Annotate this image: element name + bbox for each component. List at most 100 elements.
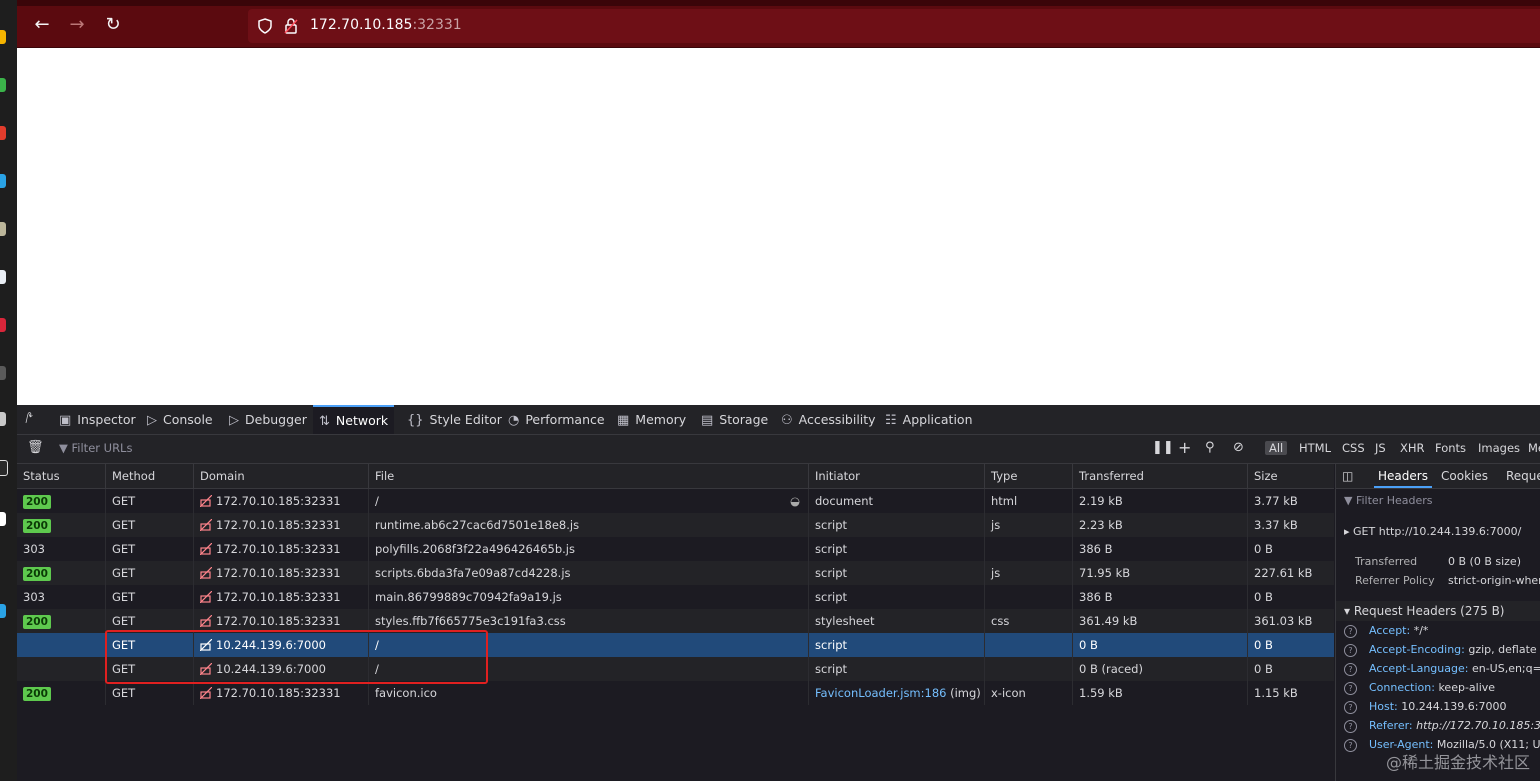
search-icon[interactable]: ⚲ bbox=[1205, 440, 1215, 455]
insecure-connection-icon bbox=[200, 687, 212, 699]
back-button[interactable]: ← bbox=[31, 14, 53, 36]
transferred-value: 0 B (0 B size) bbox=[1448, 555, 1521, 568]
tab-network[interactable]: ⇅ Network bbox=[313, 405, 395, 434]
column-transferred[interactable]: Transferred bbox=[1072, 464, 1247, 488]
chevron-right-icon: ▸ bbox=[1344, 525, 1350, 538]
header-row[interactable]: ? Accept-Encoding: gzip, deflate bbox=[1344, 643, 1537, 657]
tab-console[interactable]: ▷ Console bbox=[147, 405, 213, 434]
tab-style-editor[interactable]: {} Style Editor bbox=[407, 405, 502, 434]
element-picker-icon[interactable]: ⭚ bbox=[25, 405, 33, 434]
pause-icon[interactable]: ❚❚ bbox=[1152, 440, 1174, 455]
network-request-table: Status Method Domain File Initiator Type… bbox=[17, 464, 1334, 781]
table-row[interactable]: 303 GET 172.70.10.185:32331 polyfills.20… bbox=[17, 537, 1334, 561]
transferred-cell: 361.49 kB bbox=[1072, 609, 1247, 633]
clear-trash-icon[interactable]: 🗑 bbox=[27, 440, 44, 455]
header-row[interactable]: ? Connection: keep-alive bbox=[1344, 681, 1495, 695]
tab-headers[interactable]: Headers bbox=[1374, 464, 1432, 488]
tab-cookies[interactable]: Cookies bbox=[1441, 464, 1488, 488]
column-status[interactable]: Status bbox=[17, 464, 105, 488]
header-row[interactable]: ? Referer: http://172.70.10.185:32 bbox=[1344, 719, 1540, 733]
insecure-connection-icon bbox=[200, 567, 212, 579]
table-row[interactable]: 200 GET 172.70.10.185:32331 scripts.6bda… bbox=[17, 561, 1334, 585]
dock-app-icon[interactable] bbox=[0, 78, 6, 92]
initiator-cell: script bbox=[808, 633, 984, 657]
dock-app-icon[interactable] bbox=[0, 412, 6, 426]
url-text[interactable]: 172.70.10.185:32331 bbox=[310, 17, 462, 33]
table-row[interactable]: 200 GET 172.70.10.185:32331 runtime.ab6c… bbox=[17, 513, 1334, 537]
tab-application[interactable]: ☷ Application bbox=[885, 405, 973, 434]
filter-css-button[interactable]: CSS bbox=[1342, 441, 1365, 455]
header-row[interactable]: ? Host: 10.244.139.6:7000 bbox=[1344, 700, 1506, 714]
tab-performance[interactable]: ◔ Performance bbox=[508, 405, 605, 434]
insecure-lock-icon[interactable] bbox=[284, 18, 298, 34]
filter-fonts-button[interactable]: Fonts bbox=[1435, 441, 1466, 455]
block-icon[interactable]: ⊘ bbox=[1233, 440, 1244, 455]
plus-icon[interactable]: + bbox=[1178, 438, 1191, 457]
column-size[interactable]: Size bbox=[1247, 464, 1334, 488]
dock-app-icon[interactable] bbox=[0, 460, 8, 476]
transferred-cell: 71.95 kB bbox=[1072, 561, 1247, 585]
dock-app-icon[interactable] bbox=[0, 30, 6, 44]
tab-accessibility[interactable]: ⚇ Accessibility bbox=[781, 405, 876, 434]
watermark-text: @稀土掘金技术社区 bbox=[1385, 753, 1530, 772]
forward-button[interactable]: → bbox=[66, 14, 88, 36]
initiator-link[interactable]: FaviconLoader.jsm:186 bbox=[815, 686, 946, 700]
referrer-policy-label: Referrer Policy bbox=[1355, 574, 1435, 587]
header-row[interactable]: ? Accept: */* bbox=[1344, 624, 1428, 638]
dock-app-icon[interactable] bbox=[0, 318, 6, 332]
filter-images-button[interactable]: Images bbox=[1478, 441, 1520, 455]
domain-cell: 172.70.10.185:32331 bbox=[193, 561, 368, 585]
dock-app-icon[interactable] bbox=[0, 512, 6, 526]
dock-app-icon[interactable] bbox=[0, 270, 6, 284]
transferred-cell: 1.59 kB bbox=[1072, 681, 1247, 705]
column-type[interactable]: Type bbox=[984, 464, 1072, 488]
toggle-sidebar-icon[interactable]: ◫ bbox=[1342, 464, 1353, 488]
status-cell: 200 bbox=[17, 489, 105, 513]
column-domain[interactable]: Domain bbox=[193, 464, 368, 488]
help-icon: ? bbox=[1344, 644, 1357, 657]
status-cell: 200 bbox=[17, 561, 105, 585]
dock-app-icon[interactable] bbox=[0, 366, 6, 380]
filter-headers-input[interactable]: ▼ Filter Headers bbox=[1344, 494, 1433, 507]
filter-urls-input[interactable]: ▼ Filter URLs bbox=[59, 441, 132, 455]
shield-icon[interactable] bbox=[258, 18, 272, 34]
reload-button[interactable]: ↻ bbox=[102, 14, 124, 36]
column-initiator[interactable]: Initiator bbox=[808, 464, 984, 488]
transferred-cell: 2.19 kB bbox=[1072, 489, 1247, 513]
column-file[interactable]: File bbox=[368, 464, 808, 488]
header-row[interactable]: ?Accept-Language: en-US,en;q=0.5 bbox=[1344, 662, 1540, 676]
filter-html-button[interactable]: HTML bbox=[1299, 441, 1331, 455]
table-row[interactable]: 200 GET 172.70.10.185:32331 favicon.ico … bbox=[17, 681, 1334, 705]
type-cell: x-icon bbox=[984, 681, 1072, 705]
filter-js-button[interactable]: JS bbox=[1375, 441, 1386, 455]
status-cell: 303 bbox=[23, 542, 45, 556]
help-icon: ? bbox=[1344, 701, 1357, 714]
tab-inspector[interactable]: ▣ Inspector bbox=[59, 405, 136, 434]
request-line[interactable]: ▸ GET http://10.244.139.6:7000/ bbox=[1344, 525, 1521, 538]
request-headers-section[interactable]: ▾ Request Headers (275 B) bbox=[1336, 601, 1540, 621]
request-details-panel: ◫ Headers Cookies Reque ▼ Filter Headers… bbox=[1335, 464, 1540, 781]
performance-icon: ◔ bbox=[508, 413, 520, 428]
details-tabbar: ◫ Headers Cookies Reque bbox=[1336, 464, 1540, 489]
initiator-cell: document bbox=[808, 489, 984, 513]
url-bar[interactable]: 172.70.10.185:32331 bbox=[248, 9, 1540, 43]
dock-app-icon[interactable] bbox=[0, 126, 6, 140]
tab-request[interactable]: Reque bbox=[1506, 464, 1540, 488]
annotation-highlight-box bbox=[105, 630, 488, 684]
column-method[interactable]: Method bbox=[105, 464, 193, 488]
dock-app-icon[interactable] bbox=[0, 604, 6, 618]
tab-storage[interactable]: ▤ Storage bbox=[701, 405, 768, 434]
filter-icon: ▼ bbox=[59, 441, 68, 455]
table-row[interactable]: 303 GET 172.70.10.185:32331 main.8679988… bbox=[17, 585, 1334, 609]
status-badge: 200 bbox=[23, 495, 51, 509]
filter-media-button[interactable]: Me bbox=[1528, 441, 1540, 455]
table-row[interactable]: 200 GET 172.70.10.185:32331 /◒ document … bbox=[17, 489, 1334, 513]
dock-app-icon[interactable] bbox=[0, 174, 6, 188]
dock-app-icon[interactable] bbox=[0, 222, 6, 236]
filter-all-button[interactable]: All bbox=[1265, 441, 1288, 455]
status-badge: 200 bbox=[23, 687, 51, 701]
filter-xhr-button[interactable]: XHR bbox=[1400, 441, 1425, 455]
file-cell: polyfills.2068f3f22a496426465b.js bbox=[368, 537, 808, 561]
tab-memory[interactable]: ▦ Memory bbox=[617, 405, 686, 434]
tab-debugger[interactable]: ▷ Debugger bbox=[229, 405, 307, 434]
